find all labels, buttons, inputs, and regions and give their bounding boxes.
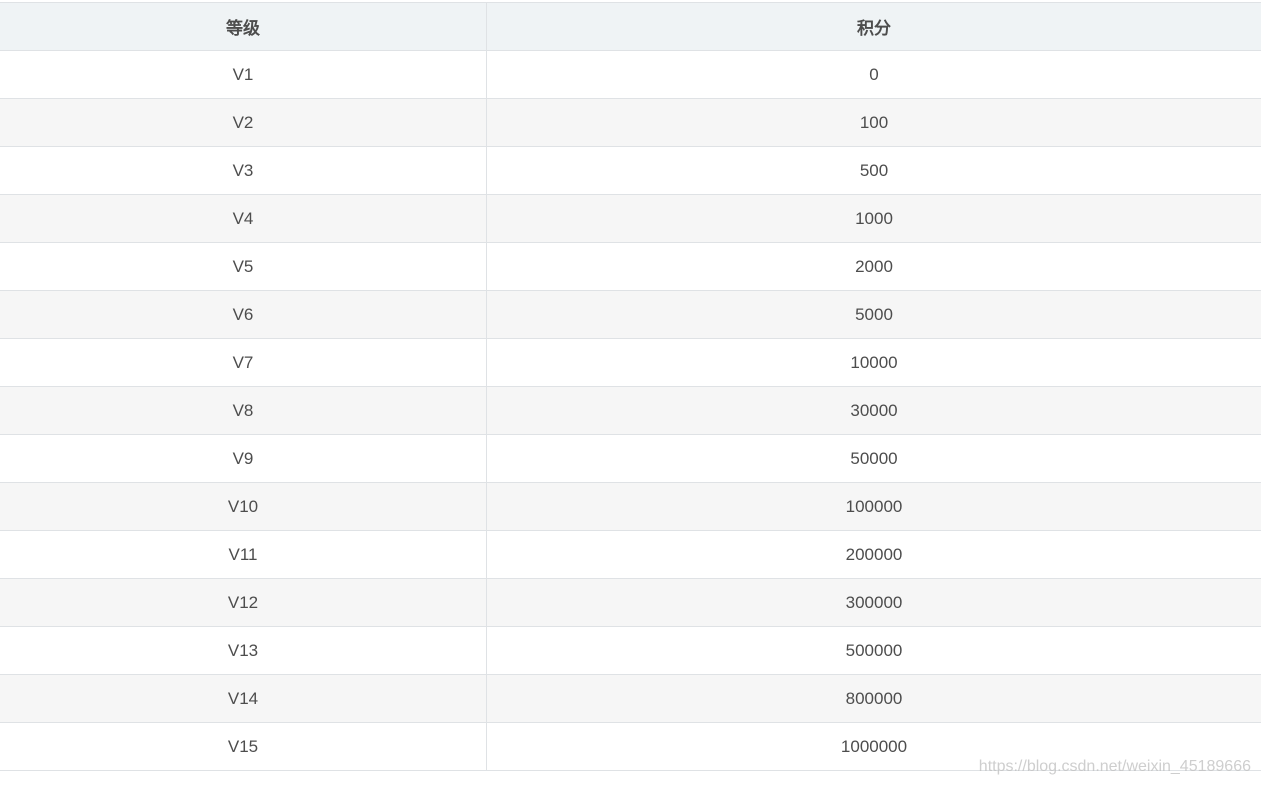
points-cell: 50000	[486, 434, 1261, 483]
table-body: V1 0 V2 100 V3 500 V4 1000 V5 2000 V6 50…	[0, 50, 1261, 771]
points-cell: 30000	[486, 386, 1261, 435]
level-cell: V5	[0, 242, 487, 291]
table-row: V7 10000	[0, 338, 1261, 387]
level-cell: V15	[0, 722, 487, 771]
table-row: V9 50000	[0, 434, 1261, 483]
points-cell: 500000	[486, 626, 1261, 675]
table-row: V8 30000	[0, 386, 1261, 435]
page: 等级 积分 V1 0 V2 100 V3 500 V4 1000 V5 2000…	[0, 0, 1261, 786]
level-cell: V12	[0, 578, 487, 627]
table-row: V3 500	[0, 146, 1261, 195]
level-cell: V10	[0, 482, 487, 531]
points-cell: 1000000	[486, 722, 1261, 771]
points-cell: 300000	[486, 578, 1261, 627]
table-row: V1 0	[0, 50, 1261, 99]
points-cell: 2000	[486, 242, 1261, 291]
table-row: V11 200000	[0, 530, 1261, 579]
level-cell: V6	[0, 290, 487, 339]
table-header-row: 等级 积分	[0, 2, 1261, 51]
points-cell: 100000	[486, 482, 1261, 531]
level-cell: V7	[0, 338, 487, 387]
table-row: V15 1000000	[0, 722, 1261, 771]
table-row: V5 2000	[0, 242, 1261, 291]
points-cell: 800000	[486, 674, 1261, 723]
points-cell: 100	[486, 98, 1261, 147]
level-points-table: 等级 积分 V1 0 V2 100 V3 500 V4 1000 V5 2000…	[0, 2, 1261, 771]
level-cell: V3	[0, 146, 487, 195]
points-cell: 200000	[486, 530, 1261, 579]
level-cell: V4	[0, 194, 487, 243]
table-row: V10 100000	[0, 482, 1261, 531]
level-cell: V14	[0, 674, 487, 723]
level-cell: V2	[0, 98, 487, 147]
points-cell: 10000	[486, 338, 1261, 387]
points-cell: 500	[486, 146, 1261, 195]
table-row: V13 500000	[0, 626, 1261, 675]
table-row: V12 300000	[0, 578, 1261, 627]
level-cell: V13	[0, 626, 487, 675]
level-cell: V11	[0, 530, 487, 579]
level-cell: V1	[0, 50, 487, 99]
table-row: V4 1000	[0, 194, 1261, 243]
table-row: V6 5000	[0, 290, 1261, 339]
level-cell: V8	[0, 386, 487, 435]
column-header-points: 积分	[486, 2, 1261, 51]
table-row: V2 100	[0, 98, 1261, 147]
points-cell: 0	[486, 50, 1261, 99]
points-cell: 1000	[486, 194, 1261, 243]
column-header-level: 等级	[0, 2, 487, 51]
points-cell: 5000	[486, 290, 1261, 339]
table-row: V14 800000	[0, 674, 1261, 723]
table-header: 等级 积分	[0, 2, 1261, 51]
level-cell: V9	[0, 434, 487, 483]
